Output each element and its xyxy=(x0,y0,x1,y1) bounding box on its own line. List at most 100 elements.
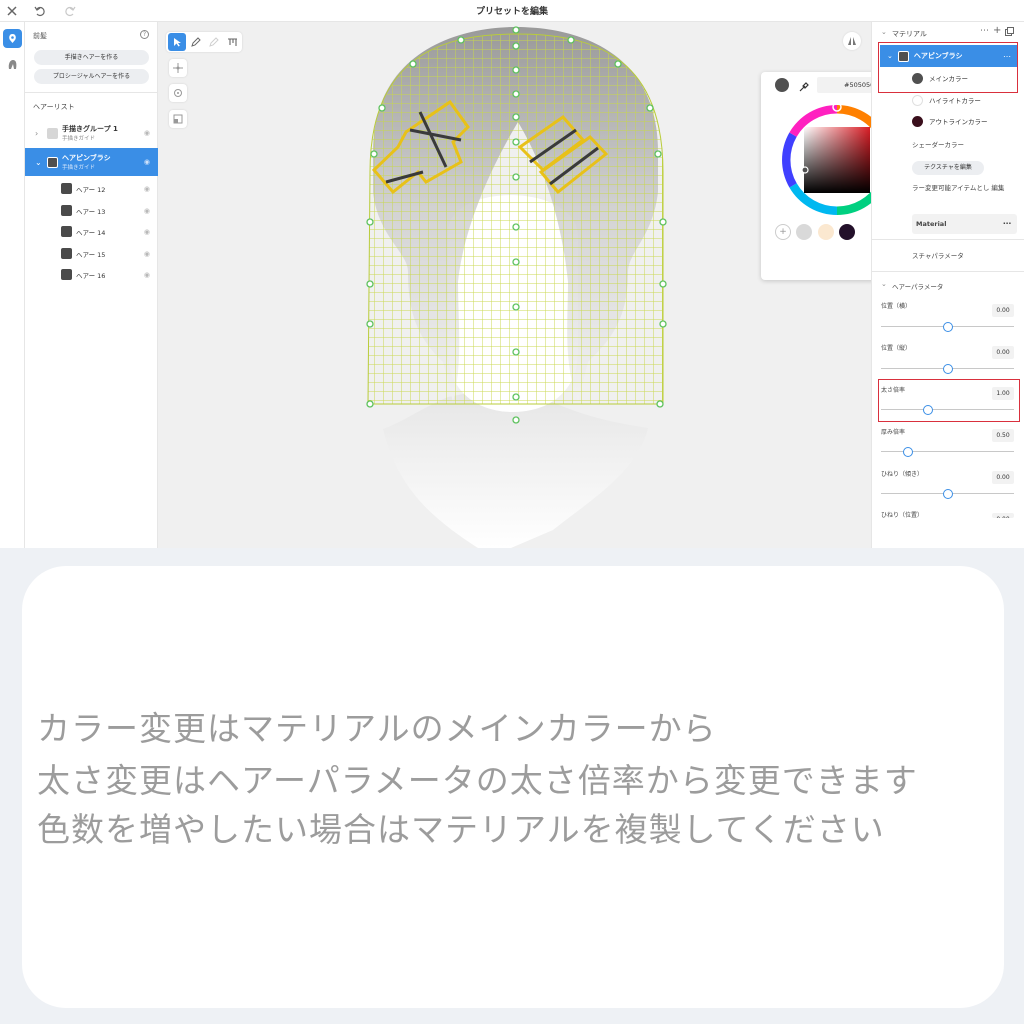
hair-tool-icon[interactable] xyxy=(3,29,22,48)
eyedropper-icon[interactable] xyxy=(798,78,810,97)
create-handdrawn-hair-button[interactable]: 手描きヘアーを作る xyxy=(34,50,149,65)
visibility-eye-icon[interactable]: ◉ xyxy=(144,185,150,193)
visibility-eye-icon[interactable]: ◉ xyxy=(144,271,150,279)
hair-swatch xyxy=(61,226,72,237)
param-value[interactable]: 0.00 xyxy=(992,346,1014,359)
slider-thumb[interactable] xyxy=(942,489,953,499)
right-panel: ⌄ マテリアル ⋯ + ⌄ ヘアピンブラシ ⋯ メインカラー ハイライトカラー … xyxy=(871,22,1024,548)
visibility-eye-icon[interactable]: ◉ xyxy=(144,129,150,137)
param-label: 太さ倍率 xyxy=(881,387,906,394)
hair-item-label: ヘアー 14 xyxy=(76,228,106,237)
more-icon[interactable]: ⋯ xyxy=(980,26,989,36)
param-label: 位置（縦） xyxy=(881,345,912,352)
section-title: 前髪 xyxy=(33,32,47,40)
chevron-down-icon: ⌄ xyxy=(881,28,887,36)
material-color-row[interactable]: アウトラインカラー xyxy=(872,111,1024,131)
hairstyle-icon[interactable] xyxy=(3,55,22,74)
slider-thumb[interactable] xyxy=(942,322,953,332)
visibility-eye-icon[interactable]: ◉ xyxy=(144,250,150,258)
texture-params-label: スチャパラメータ xyxy=(912,252,964,260)
material-dropdown[interactable]: Material ⋯ xyxy=(912,214,1017,234)
slider-thumb[interactable] xyxy=(902,447,913,457)
param-slider[interactable] xyxy=(881,405,1014,415)
slider-thumb[interactable] xyxy=(922,405,933,415)
visibility-eye-icon[interactable]: ◉ xyxy=(144,158,150,166)
panel-fade xyxy=(872,518,1024,548)
group-name: 手描きグループ 1 xyxy=(62,125,118,133)
param-value[interactable]: 0.00 xyxy=(992,304,1014,317)
material-name: ヘアピンブラシ xyxy=(913,52,963,60)
preset-swatch[interactable] xyxy=(796,224,812,240)
param-value[interactable]: 0.50 xyxy=(992,429,1014,442)
hair-swatch xyxy=(61,269,72,280)
hair-list-header: ヘアーリスト xyxy=(33,103,75,111)
tool-rail xyxy=(0,22,25,548)
hair-swatch xyxy=(61,248,72,259)
hair-item-row[interactable]: ヘアー 15 ◉ xyxy=(25,245,158,262)
caption-line: 色数を増やしたい場合はマテリアルを複製してください xyxy=(37,810,885,849)
group-name: ヘアピンブラシ xyxy=(62,154,111,162)
divider xyxy=(872,239,1024,240)
add-material-icon[interactable]: + xyxy=(993,25,1001,36)
preset-swatch[interactable] xyxy=(839,224,855,240)
material-color-row[interactable]: メインカラー xyxy=(872,68,1024,88)
param-label: 厚み倍率 xyxy=(881,429,906,436)
shader-color-label: シェーダーカラー xyxy=(912,141,964,149)
group-swatch xyxy=(47,156,58,168)
param-value[interactable]: 1.00 xyxy=(992,387,1014,400)
divider xyxy=(872,271,1024,272)
sv-handle[interactable] xyxy=(801,166,809,174)
hair-swatch xyxy=(61,183,72,194)
hair-item-row[interactable]: ヘアー 13 ◉ xyxy=(25,202,158,219)
slider-thumb[interactable] xyxy=(942,364,953,374)
preset-swatch[interactable] xyxy=(818,224,834,240)
param-label: 位置（横） xyxy=(881,303,912,310)
group-sub: 手描きガイド xyxy=(62,165,96,171)
material-swatch xyxy=(897,50,909,62)
material-color-row[interactable]: ハイライトカラー xyxy=(872,90,1024,110)
visibility-eye-icon[interactable]: ◉ xyxy=(144,207,150,215)
param-label: ひねり（傾き） xyxy=(881,471,924,478)
hair-item-label: ヘアー 12 xyxy=(76,185,106,194)
more-icon[interactable]: ⋯ xyxy=(1003,214,1011,234)
window-title: プリセットを編集 xyxy=(475,7,548,17)
group-sub: 手描きガイド xyxy=(62,136,96,142)
chevron-down-icon: ⌄ xyxy=(887,52,893,60)
hair-item-label: ヘアー 13 xyxy=(76,207,106,216)
current-color-swatch xyxy=(775,78,789,92)
create-procedural-hair-button[interactable]: プロシージャルヘアーを作る xyxy=(34,69,149,84)
param-value[interactable]: 0.00 xyxy=(992,471,1014,484)
hair-item-label: ヘアー 15 xyxy=(76,250,106,259)
top-bar: プリセットを編集 xyxy=(0,0,1024,22)
param-slider[interactable] xyxy=(881,489,1014,499)
hair-item-row[interactable]: ヘアー 16 ◉ xyxy=(25,266,158,283)
caption-card: カラー変更はマテリアルのメインカラーから 太さ変更はヘアーパラメータの太さ倍率か… xyxy=(22,566,1004,1008)
color-label: アウトラインカラー xyxy=(929,118,988,126)
hair-group-row[interactable]: › 手描きグループ 1 手描きガイド ◉ xyxy=(25,122,158,144)
caption-line: カラー変更はマテリアルのメインカラーから xyxy=(37,709,717,748)
color-dot xyxy=(912,94,923,106)
edit-texture-button[interactable]: テクスチャを編集 xyxy=(912,161,984,175)
group-swatch xyxy=(47,127,58,139)
material-row-selected[interactable]: ⌄ ヘアピンブラシ ⋯ xyxy=(880,45,1017,67)
visibility-eye-icon[interactable]: ◉ xyxy=(144,228,150,236)
add-swatch-icon[interactable]: + xyxy=(775,224,791,240)
chevron-down-icon: ⌄ xyxy=(35,157,42,167)
hair-item-row[interactable]: ヘアー 12 ◉ xyxy=(25,180,158,197)
divider xyxy=(25,92,158,93)
param-slider[interactable] xyxy=(881,364,1014,374)
param-slider[interactable] xyxy=(881,447,1014,457)
color-label: ハイライトカラー xyxy=(929,97,981,105)
neck-model xyxy=(383,392,648,548)
material-header: マテリアル xyxy=(892,30,927,38)
more-icon[interactable]: ⋯ xyxy=(1003,52,1011,61)
hair-item-row[interactable]: ヘアー 14 ◉ xyxy=(25,223,158,240)
hair-group-row-selected[interactable]: ⌄ ヘアピンブラシ 手描きガイド ◉ xyxy=(25,148,158,176)
param-slider[interactable] xyxy=(881,322,1014,332)
duplicate-icon[interactable] xyxy=(1005,27,1014,38)
left-panel: 前髪 ? 手描きヘアーを作る プロシージャルヘアーを作る ヘアーリスト › 手描… xyxy=(25,22,158,548)
help-icon[interactable]: ? xyxy=(140,30,149,39)
chevron-down-icon: ⌄ xyxy=(881,280,887,288)
color-label: メインカラー xyxy=(929,75,968,83)
material-dropdown-label: Material xyxy=(916,220,947,228)
